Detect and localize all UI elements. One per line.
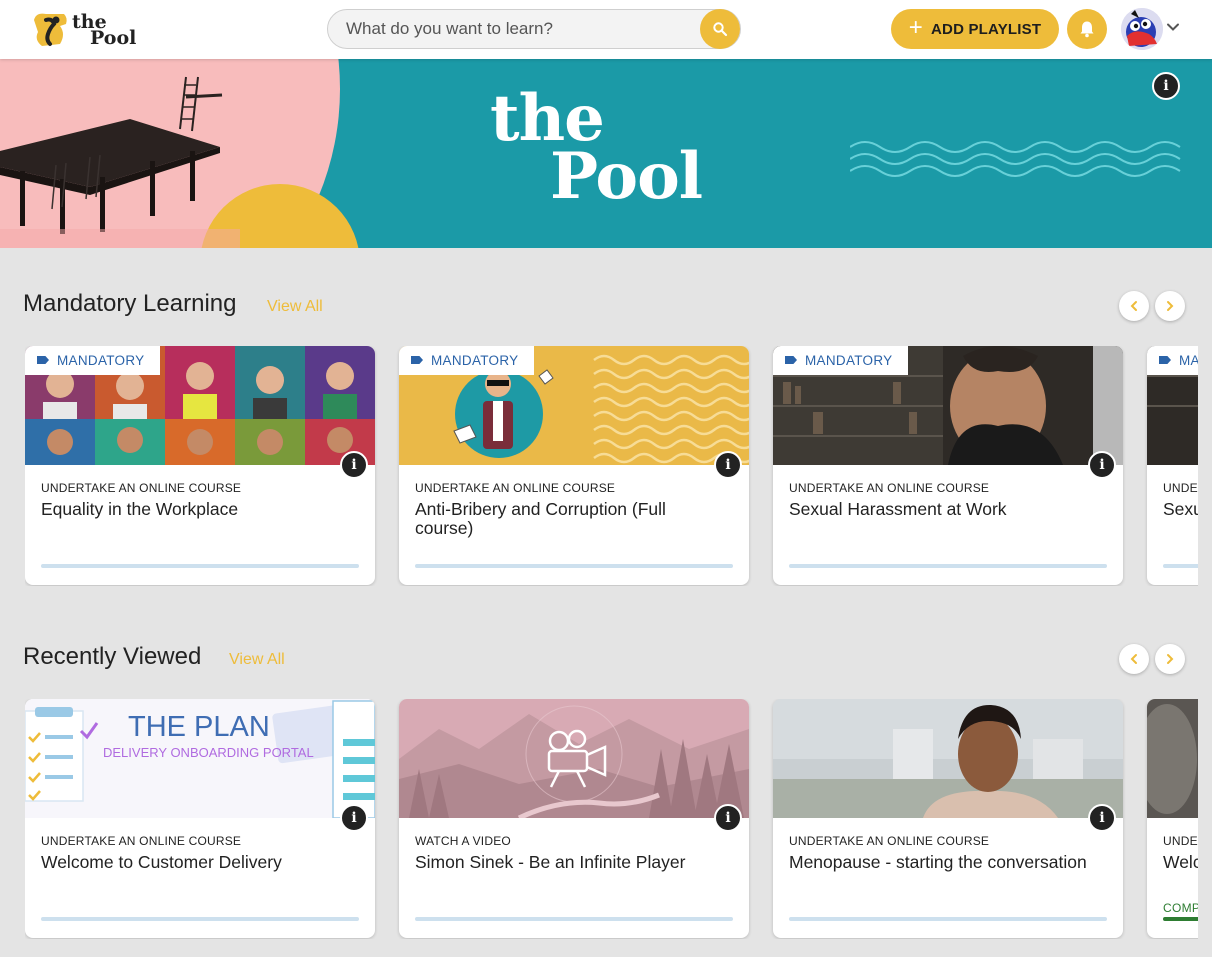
recent-next-button[interactable] <box>1155 644 1185 674</box>
card-type-label: UNDERTAKE AN ONLINE COURSE <box>789 834 990 848</box>
progress-bar <box>41 917 359 921</box>
progress-bar <box>415 917 733 921</box>
user-avatar[interactable] <box>1121 8 1163 50</box>
chevron-right-icon <box>1167 654 1174 664</box>
card-title: Sexual Harassment at Work <box>789 499 1007 519</box>
card-thumbnail: MANDATORY <box>773 346 1123 465</box>
card-thumbnail: MANDATORY <box>1147 346 1198 465</box>
mandatory-tag: MANDATORY <box>1147 346 1198 375</box>
card-type-label: UNDERTAKE AN ONLINE COURSE <box>1163 481 1198 495</box>
mandatory-tag: MANDATORY <box>773 346 909 375</box>
avatar-icon <box>1121 8 1163 50</box>
thumb-subtitle-text: DELIVERY ONBOARDING PORTAL <box>103 745 314 760</box>
card-type-label: UNDERTAKE AN ONLINE COURSE <box>415 481 616 495</box>
card-thumbnail: THE PLAN DELIVERY ONBOARDING PORTAL <box>25 699 375 818</box>
card-info-icon[interactable]: i <box>340 451 368 479</box>
add-playlist-button[interactable]: + ADD PLAYLIST <box>891 9 1059 49</box>
tag-icon <box>1159 356 1171 364</box>
card-type-label: UNDERTAKE AN ONLINE COURSE <box>1163 834 1198 848</box>
progress-bar <box>41 564 359 568</box>
video-mountain-image <box>399 699 749 818</box>
search-input[interactable] <box>346 18 686 40</box>
recent-carousel: THE PLAN DELIVERY ONBOARDING PORTAL i UN… <box>25 699 1198 939</box>
tag-label: MANDATORY <box>805 353 893 368</box>
card-info-icon[interactable]: i <box>1088 804 1116 832</box>
waves-decoration <box>850 141 1181 177</box>
course-card[interactable]: UNDERTAKE AN ONLINE COURSE Welcome COMPL… <box>1147 699 1198 938</box>
tag-icon <box>411 356 423 364</box>
card-title: Welcome <box>1163 852 1198 872</box>
add-playlist-label: ADD PLAYLIST <box>931 20 1042 38</box>
mandatory-tag: MANDATORY <box>399 346 535 375</box>
card-thumbnail <box>773 699 1123 818</box>
chevron-left-icon <box>1130 654 1137 664</box>
tag-icon <box>37 356 49 364</box>
search-bar <box>327 9 741 49</box>
tag-label: MANDATORY <box>431 353 519 368</box>
card-thumbnail: MANDATORY <box>399 346 749 465</box>
completed-status: COMPLETED <box>1163 901 1198 915</box>
card-thumbnail <box>1147 699 1198 818</box>
chevron-down-icon[interactable] <box>1166 20 1180 34</box>
card-type-label: UNDERTAKE AN ONLINE COURSE <box>789 481 990 495</box>
search-button[interactable] <box>700 9 740 49</box>
card-title: Menopause - starting the conversation <box>789 852 1087 872</box>
card-info-icon[interactable]: i <box>340 804 368 832</box>
card-thumbnail <box>399 699 749 818</box>
recent-section-title: Recently Viewed <box>23 643 202 670</box>
course-image <box>1147 699 1198 818</box>
progress-bar <box>789 917 1107 921</box>
course-card[interactable]: MANDATORY i UNDERTAKE AN ONLINE COURSE S… <box>773 346 1123 585</box>
mandatory-tag: MANDATORY <box>25 346 161 375</box>
top-header: the Pool + ADD PLAYLIST <box>0 0 1212 59</box>
notifications-button[interactable] <box>1067 9 1107 49</box>
card-title: Equality in the Workplace <box>41 499 239 519</box>
course-card[interactable]: i WATCH A VIDEO Simon Sinek - Be an Infi… <box>399 699 749 938</box>
chevron-right-icon <box>1167 301 1174 311</box>
card-thumbnail: MANDATORY <box>25 346 375 465</box>
card-title: Sexual Harassment <box>1163 499 1198 519</box>
tag-label: MANDATORY <box>57 353 145 368</box>
card-type-label: UNDERTAKE AN ONLINE COURSE <box>41 481 242 495</box>
banner-title-pool: Pool <box>550 139 703 214</box>
mandatory-section-title: Mandatory Learning <box>23 290 237 317</box>
hero-banner: the Pool i <box>0 59 1212 248</box>
card-title: Welcome to Customer Delivery <box>41 852 282 872</box>
recent-view-all-link[interactable]: View All <box>229 651 285 669</box>
woman-portrait-image <box>773 699 1123 818</box>
card-info-icon[interactable]: i <box>714 451 742 479</box>
course-card[interactable]: i UNDERTAKE AN ONLINE COURSE Menopause -… <box>773 699 1123 938</box>
recent-prev-button[interactable] <box>1119 644 1149 674</box>
tag-label: MANDATORY <box>1179 353 1198 368</box>
card-type-label: WATCH A VIDEO <box>415 834 511 848</box>
thumb-title-text: THE PLAN <box>128 711 270 743</box>
logo-mark-icon <box>34 13 67 47</box>
bell-icon <box>1080 21 1094 38</box>
logo-text-pool: Pool <box>90 27 137 49</box>
search-icon <box>713 22 728 37</box>
mandatory-carousel: MANDATORY i UNDERTAKE AN ONLINE COURSE E… <box>25 346 1198 586</box>
mandatory-view-all-link[interactable]: View All <box>267 298 323 316</box>
course-card[interactable]: THE PLAN DELIVERY ONBOARDING PORTAL i UN… <box>25 699 375 938</box>
progress-bar-complete <box>1163 917 1198 921</box>
card-title: Simon Sinek - Be an Infinite Player <box>415 852 686 872</box>
diving-pier-illustration <box>0 76 240 248</box>
the-pool-logo[interactable]: the Pool <box>30 8 140 52</box>
card-info-icon[interactable]: i <box>714 804 742 832</box>
chevron-left-icon <box>1130 301 1137 311</box>
plus-icon: + <box>908 14 923 41</box>
progress-bar <box>789 564 1107 568</box>
tag-icon <box>785 356 797 364</box>
card-type-label: UNDERTAKE AN ONLINE COURSE <box>41 834 242 848</box>
banner-info-icon[interactable]: i <box>1152 72 1180 100</box>
course-card[interactable]: MANDATORY UNDERTAKE AN ONLINE COURSE Sex… <box>1147 346 1198 585</box>
course-card[interactable]: MANDATORY i UNDERTAKE AN ONLINE COURSE A… <box>399 346 749 585</box>
card-title: Anti-Bribery and Corruption (Full course… <box>415 499 666 538</box>
course-card[interactable]: MANDATORY i UNDERTAKE AN ONLINE COURSE E… <box>25 346 375 585</box>
progress-bar <box>1163 564 1198 568</box>
progress-bar <box>415 564 733 568</box>
card-info-icon[interactable]: i <box>1088 451 1116 479</box>
mandatory-prev-button[interactable] <box>1119 291 1149 321</box>
mandatory-next-button[interactable] <box>1155 291 1185 321</box>
